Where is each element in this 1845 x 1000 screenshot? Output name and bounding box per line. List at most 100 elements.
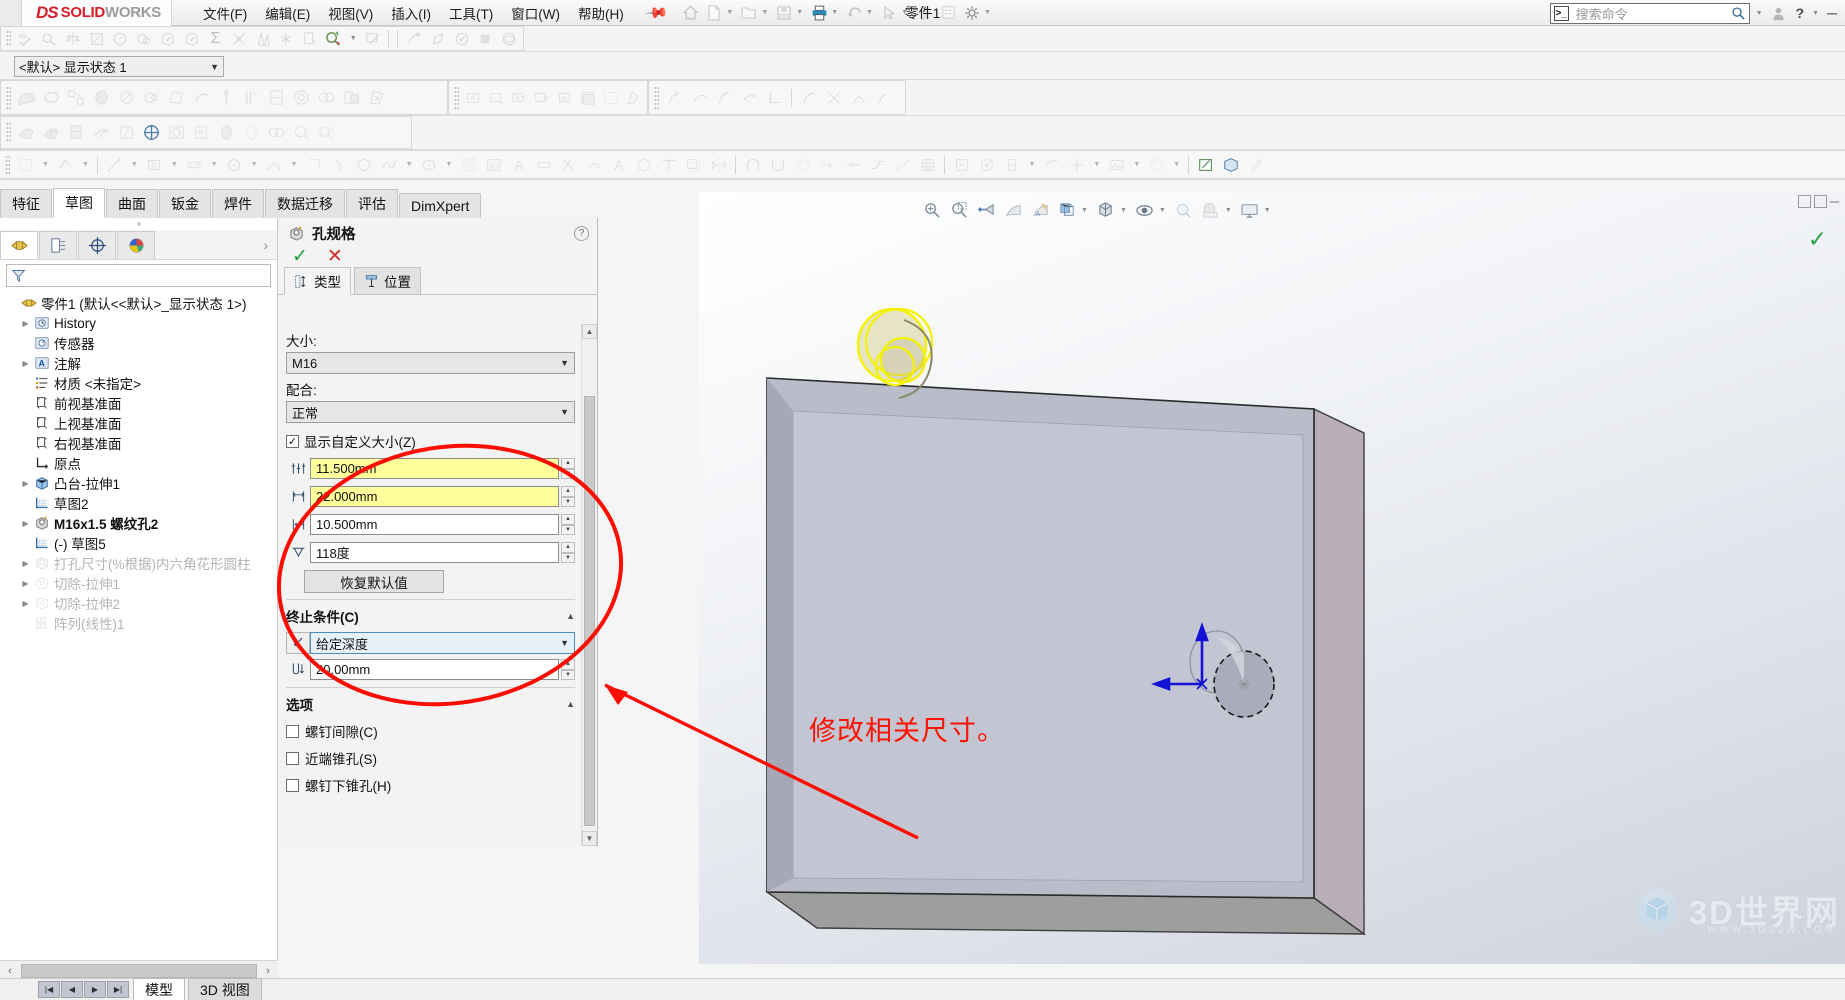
surface-finish-icon[interactable] <box>531 86 552 109</box>
plane-tool-icon[interactable] <box>657 153 680 176</box>
save-chevron-down-icon[interactable]: ▼ <box>796 9 803 16</box>
print-chevron-down-icon[interactable]: ▼ <box>831 9 838 16</box>
compare-documents-icon[interactable]: ? <box>299 27 321 50</box>
drill-angle-stepper[interactable]: ▲ ▼ <box>561 542 575 563</box>
home-icon[interactable] <box>679 2 701 24</box>
minimize-icon[interactable]: ─ <box>1825 5 1839 21</box>
smart-dimension-icon[interactable] <box>54 153 77 176</box>
offset-entities-icon[interactable] <box>682 153 705 176</box>
flow-simulation-icon[interactable] <box>403 27 425 50</box>
ok-button[interactable]: ✓ <box>292 247 308 266</box>
feature-manager-icon[interactable] <box>0 230 38 259</box>
expand-arrow-icon[interactable]: ▶ <box>19 479 32 488</box>
sketch-picture-icon[interactable] <box>1105 153 1128 176</box>
display-delete-relations-icon[interactable] <box>950 153 973 176</box>
menu-edit[interactable]: 编辑(E) <box>256 0 319 26</box>
geometry-analysis-icon[interactable] <box>181 27 203 50</box>
parting-surfaces-icon[interactable] <box>65 121 88 144</box>
chevron-down-icon[interactable]: ▼ <box>560 638 569 648</box>
expand-arrow-icon[interactable]: ▶ <box>19 599 32 608</box>
tree-item-front-plane[interactable]: 前视基准面 <box>6 393 277 413</box>
next-icon[interactable]: ▶ <box>84 981 106 998</box>
arc-icon[interactable] <box>263 153 286 176</box>
line-icon[interactable] <box>103 153 126 176</box>
planar-surface-icon[interactable] <box>265 86 288 109</box>
rectangle-icon[interactable] <box>143 153 166 176</box>
sketch-ink-icon[interactable] <box>1244 153 1267 176</box>
search-input[interactable]: >_ 搜索命令 <box>1549 2 1750 24</box>
expand-arrow-icon[interactable]: ▶ <box>19 579 32 588</box>
file-props-icon[interactable] <box>937 2 959 24</box>
radiate-surface-icon[interactable] <box>290 86 313 109</box>
display-state-dropdown[interactable]: <默认> 显示状态 1 ▼ <box>14 56 224 77</box>
chevron-left-icon[interactable]: ‹ <box>0 965 20 977</box>
toolbar-grip[interactable] <box>654 85 659 110</box>
grid-snap-icon[interactable] <box>916 153 939 176</box>
menu-help[interactable]: 帮助(H) <box>569 0 633 26</box>
slot-icon[interactable] <box>183 153 206 176</box>
sketch-fillet-icon[interactable] <box>303 153 326 176</box>
end-condition-dropdown[interactable]: 给定深度 ▼ <box>310 632 575 654</box>
add-relation-icon[interactable] <box>557 153 580 176</box>
tree-item-threaded-hole2[interactable]: ▶ M16x1.5 螺纹孔2 <box>6 513 277 533</box>
relations-icon[interactable] <box>1145 153 1168 176</box>
spell-check-icon[interactable]: Abc <box>15 27 37 50</box>
show-custom-sizing-checkbox[interactable]: ✓ 显示自定义大小(Z) <box>286 431 575 451</box>
chevron-up-icon[interactable]: ▲ <box>566 611 575 621</box>
jog-line-icon[interactable] <box>866 153 889 176</box>
filled-surface-icon[interactable] <box>140 86 163 109</box>
thread-diameter-stepper[interactable]: ▲ ▼ <box>561 458 575 479</box>
lofted-surface-icon[interactable] <box>90 86 113 109</box>
help-chevron-down-icon[interactable]: ▼ <box>1812 10 1819 17</box>
last-icon[interactable]: ▶| <box>107 981 129 998</box>
tree-item-hole-dims[interactable]: ▶ 打孔尺寸(%根据)内六角花形圆柱 <box>6 553 277 573</box>
statistics-icon[interactable]: Σ <box>204 27 226 50</box>
draft-analysis-icon[interactable] <box>252 27 274 50</box>
tree-item-annotations[interactable]: ▶ A 注解 <box>6 353 277 373</box>
symmetry-check-icon[interactable] <box>276 27 298 50</box>
scrollbar-thumb[interactable] <box>584 396 595 826</box>
core-icon[interactable] <box>115 121 138 144</box>
design-checker-icon[interactable] <box>451 27 473 50</box>
fit-dropdown[interactable]: 正常 ▼ <box>286 401 575 423</box>
undo-chevron-down-icon[interactable]: ▼ <box>866 9 873 16</box>
size-dropdown[interactable]: M16 ▼ <box>286 352 575 374</box>
curve-display-icon[interactable] <box>797 86 820 109</box>
3d-model[interactable]: ✳ <box>699 192 1845 964</box>
bottom-tab-model[interactable]: 模型 <box>133 977 185 1000</box>
tab-dimxpert[interactable]: DimXpert <box>399 193 482 218</box>
cavity-icon[interactable] <box>165 121 188 144</box>
menu-insert[interactable]: 插入(I) <box>382 0 440 26</box>
configuration-manager-icon[interactable] <box>78 230 116 259</box>
depth-stepper[interactable]: ▲ ▼ <box>561 659 575 680</box>
cancel-button[interactable]: ✕ <box>327 247 343 266</box>
restore-defaults-button[interactable]: 恢复默认值 <box>304 570 444 593</box>
import-diagnostics-icon[interactable] <box>315 121 338 144</box>
split-line-icon[interactable] <box>663 86 686 109</box>
move-entities-icon[interactable] <box>1065 153 1088 176</box>
freeform-icon[interactable] <box>165 86 188 109</box>
project-curve-icon[interactable] <box>688 86 711 109</box>
tree-item-sketch5[interactable]: (-) 草图5 <box>6 533 277 553</box>
text-tool-icon[interactable]: A <box>607 153 630 176</box>
tree-root[interactable]: 零件1 (默认<<默认>_显示状态 1>) <box>6 293 277 313</box>
repair-sketch-icon[interactable] <box>975 153 998 176</box>
tree-item-material[interactable]: 材质 <未指定> <box>6 373 277 393</box>
save-icon[interactable] <box>773 2 795 24</box>
check-geometry-icon[interactable] <box>157 27 179 50</box>
equation-curve-icon[interactable] <box>872 86 895 109</box>
rebuild-annotations-icon[interactable] <box>623 86 644 109</box>
split-entities-icon[interactable] <box>841 153 864 176</box>
move-face-icon[interactable] <box>140 121 163 144</box>
chevron-down-icon[interactable]: ▼ <box>210 62 219 72</box>
toolbar-grip[interactable] <box>6 30 11 47</box>
parting-line-icon[interactable] <box>15 121 38 144</box>
chevron-up-icon[interactable]: ▲ <box>566 699 575 709</box>
circular-pattern-icon[interactable] <box>791 153 814 176</box>
convert-entities-icon[interactable] <box>582 153 605 176</box>
sketch-icon[interactable] <box>14 153 37 176</box>
select-chevron-down-icon[interactable]: ▼ <box>901 9 908 16</box>
chevron-down-icon[interactable]: ▼ <box>560 407 569 417</box>
sketch-edit-icon[interactable] <box>1194 153 1217 176</box>
3d-sketch-icon[interactable]: 3D <box>482 153 505 176</box>
